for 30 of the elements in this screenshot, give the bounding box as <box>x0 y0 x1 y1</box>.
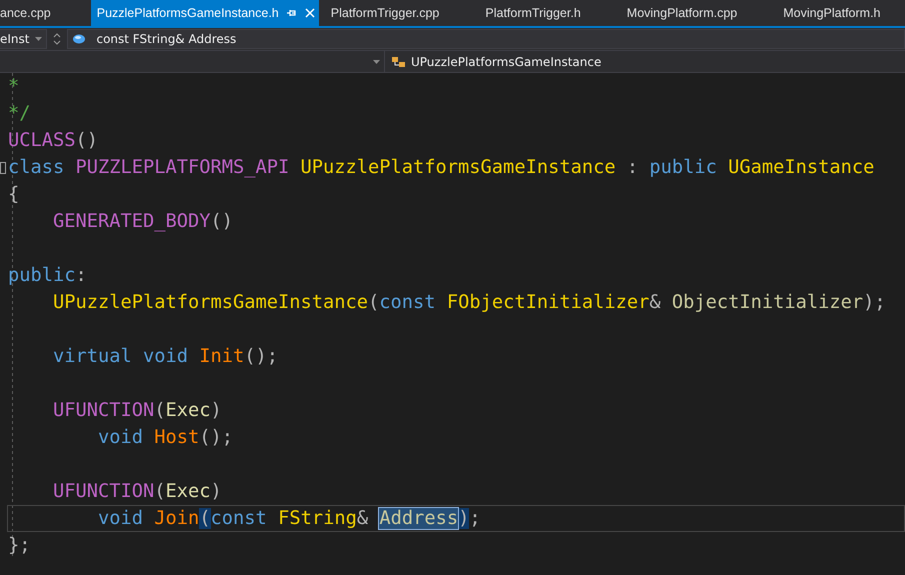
scope-name: UPuzzlePlatformsGameInstance <box>411 54 602 68</box>
caret-icon[interactable] <box>373 60 380 64</box>
file-tab[interactable]: PlatformTrigger.h <box>479 0 587 26</box>
code-line: void Host(); <box>97 426 234 450</box>
project-dropdown[interactable]: eInst <box>0 29 48 49</box>
code-line: UPuzzlePlatformsGameInstance(const FObjectInitializer& ObjectInitializer); <box>52 291 887 315</box>
code-line: UFUNCTION(Exec) <box>52 399 223 423</box>
class-icon <box>391 54 407 68</box>
pin-icon[interactable] <box>286 8 297 18</box>
member-dropdown[interactable]: const FString& Address <box>67 29 905 49</box>
field-icon <box>72 33 86 45</box>
code-line: UFUNCTION(Exec) <box>52 480 223 504</box>
code-line: GENERATED_BODY() <box>52 210 234 234</box>
member-name: const FString& Address <box>96 32 236 46</box>
code-line: UCLASS() <box>7 129 100 153</box>
code-line: { <box>7 183 20 207</box>
code-line: public: <box>7 264 88 288</box>
file-tab[interactable]: MovingPlatform.cpp <box>620 0 744 26</box>
file-tab[interactable]: PlatformTrigger.cpp <box>324 0 446 26</box>
code-line: class PUZZLEPLATFORMS_API UPuzzlePlatformsGameInstance : public UGameInstance <box>7 156 876 180</box>
collapse-icon[interactable] <box>0 162 6 174</box>
code-line: */ <box>7 102 32 126</box>
caret-icon <box>35 37 42 41</box>
close-icon[interactable] <box>304 8 315 18</box>
file-tab[interactable]: PuzzlePlatformsGameInstance.h <box>90 0 319 26</box>
code-line: }; <box>7 534 32 558</box>
file-tab[interactable]: ance.cpp <box>0 0 57 26</box>
code-line: virtual void Init(); <box>52 345 280 369</box>
file-tab[interactable]: MovingPlatform.h <box>777 0 887 26</box>
code-line: * <box>7 75 20 99</box>
